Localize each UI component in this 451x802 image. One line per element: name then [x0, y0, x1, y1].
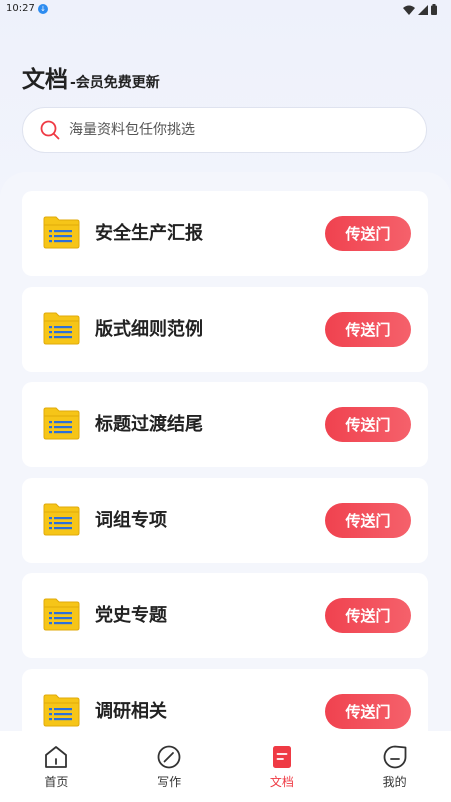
- document-card[interactable]: 词组专项 传送门: [22, 477, 428, 563]
- portal-button[interactable]: 传送门: [325, 407, 411, 442]
- document-list: 安全生产汇报 传送门 版式细则范例 传送门 标题过渡结尾 传送门 词组专项 传送门 党史专题 传送…: [0, 172, 451, 732]
- nav-item-write[interactable]: 写作: [113, 731, 226, 802]
- document-icon: [272, 746, 291, 768]
- document-title: 版式细则范例: [95, 318, 203, 340]
- folder-icon: [43, 694, 80, 726]
- folder-icon: [43, 312, 80, 344]
- portal-button[interactable]: 传送门: [325, 502, 411, 538]
- nav-item-home[interactable]: 首页: [0, 731, 113, 802]
- document-title: 党史专题: [95, 605, 167, 626]
- search-bar[interactable]: [22, 107, 427, 153]
- status-icons: [403, 4, 437, 15]
- document-title: 词组专项: [95, 509, 167, 531]
- page-title-subtitle: -会员免费更新: [70, 75, 160, 91]
- folder-icon: [43, 216, 80, 249]
- wifi-icon: [403, 5, 415, 15]
- bottom-nav: 首页 写作 文档 我的: [0, 731, 451, 802]
- page-title: 文档 -会员免费更新: [22, 60, 160, 94]
- portal-button[interactable]: 传送门: [325, 598, 411, 633]
- document-card[interactable]: 党史专题 传送门: [22, 573, 428, 658]
- status-time: 10:27: [6, 3, 35, 14]
- folder-icon: [43, 503, 80, 535]
- notification-icon: ↓: [38, 4, 48, 14]
- document-title: 标题过渡结尾: [95, 414, 203, 435]
- document-title: 安全生产汇报: [95, 223, 203, 244]
- nav-label-write: 写作: [157, 775, 182, 789]
- nav-item-profile[interactable]: 我的: [338, 731, 451, 802]
- folder-icon: [43, 598, 80, 631]
- page-title-main: 文档: [22, 67, 68, 93]
- home-icon: [45, 746, 68, 768]
- folder-icon: [43, 407, 80, 440]
- portal-button[interactable]: 传送门: [325, 693, 411, 729]
- nav-label-home: 首页: [44, 775, 69, 789]
- nav-label-profile: 我的: [382, 775, 407, 789]
- signal-icon: [418, 4, 428, 15]
- document-card[interactable]: 标题过渡结尾 传送门: [22, 382, 428, 467]
- portal-button[interactable]: 传送门: [325, 216, 411, 251]
- portal-button[interactable]: 传送门: [325, 311, 411, 347]
- document-card[interactable]: 调研相关 传送门: [22, 668, 428, 732]
- document-title: 调研相关: [95, 700, 167, 722]
- status-bar: 10:27 ↓: [0, 0, 451, 20]
- compass-icon: [157, 745, 181, 769]
- document-card[interactable]: 版式细则范例 传送门: [22, 286, 428, 372]
- search-input[interactable]: [67, 121, 391, 139]
- profile-icon: [383, 745, 407, 769]
- document-card[interactable]: 安全生产汇报 传送门: [22, 191, 428, 276]
- search-icon: [40, 120, 60, 140]
- battery-icon: [431, 4, 437, 15]
- nav-item-documents[interactable]: 文档: [226, 731, 339, 802]
- nav-label-documents: 文档: [269, 775, 294, 789]
